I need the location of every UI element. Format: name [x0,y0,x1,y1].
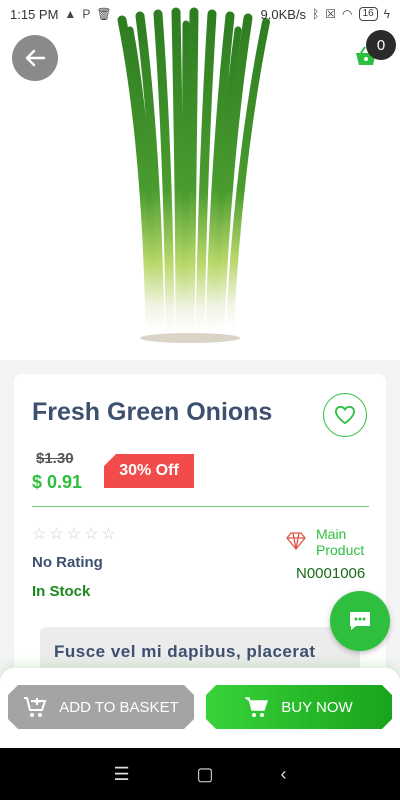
sim-icon: ☒ [325,7,337,21]
star-icon: ☆ [84,526,99,543]
add-to-basket-button[interactable]: ADD TO BASKET [8,685,194,729]
action-bar: ADD TO BASKET BUY NOW [0,668,400,748]
warning-icon: ▲ [64,7,77,21]
add-to-basket-label: ADD TO BASKET [59,698,179,716]
parking-icon: P [82,7,91,21]
current-price: $ 0.91 [32,472,83,492]
wifi-icon: ◠ [342,7,353,21]
product-code: N0001006 [296,565,366,582]
discount-badge: 30% Off [104,454,194,488]
menu-icon[interactable]: ☰ [113,764,129,785]
status-bar: 1:15 PM ▲ P 🗑 9.0KB/s ᛒ ☒ ◠ 16 ϟ [0,0,400,28]
main-product-label: Main Product [316,526,365,558]
net-speed: 9.0KB/s [260,6,307,22]
buy-now-label: BUY NOW [281,698,353,716]
rating-text: No Rating [32,554,103,571]
rating-stars: ☆ ☆ ☆ ☆ ☆ [32,524,116,544]
trash-icon: 🗑 [96,7,112,21]
status-time: 1:15 PM [10,6,59,22]
cart-count-badge: 0 [366,30,396,60]
back-button[interactable] [12,35,58,81]
charging-icon: ϟ [383,7,390,21]
star-icon: ☆ [49,526,64,543]
buy-now-button[interactable]: BUY NOW [206,685,392,729]
description-preview: Fusce vel mi dapibus, placerat [40,627,360,671]
divider [32,506,369,507]
system-nav-bar: ☰ ▢ ‹ [0,748,400,800]
stock-status: In Stock [32,583,91,600]
diamond-icon [286,532,306,550]
chat-icon [350,612,370,630]
star-icon: ☆ [66,526,82,543]
cart-button[interactable]: 0 [352,30,396,74]
arrow-left-icon [25,49,46,67]
product-image [0,0,400,360]
battery-icon: 16 [358,7,378,21]
chat-button[interactable] [330,591,390,651]
favorite-button[interactable] [323,393,367,437]
star-icon: ☆ [32,526,47,543]
bluetooth-icon: ᛒ [312,7,320,21]
main-product-tag: Main Product [286,526,372,558]
add-cart-icon [23,696,47,718]
cart-icon [245,696,269,718]
heart-icon [334,405,356,425]
star-icon: ☆ [101,526,116,543]
product-title: Fresh Green Onions [32,398,273,426]
home-icon[interactable]: ▢ [197,764,214,785]
back-nav-icon[interactable]: ‹ [281,764,287,785]
old-price: $1.30 [36,450,74,467]
